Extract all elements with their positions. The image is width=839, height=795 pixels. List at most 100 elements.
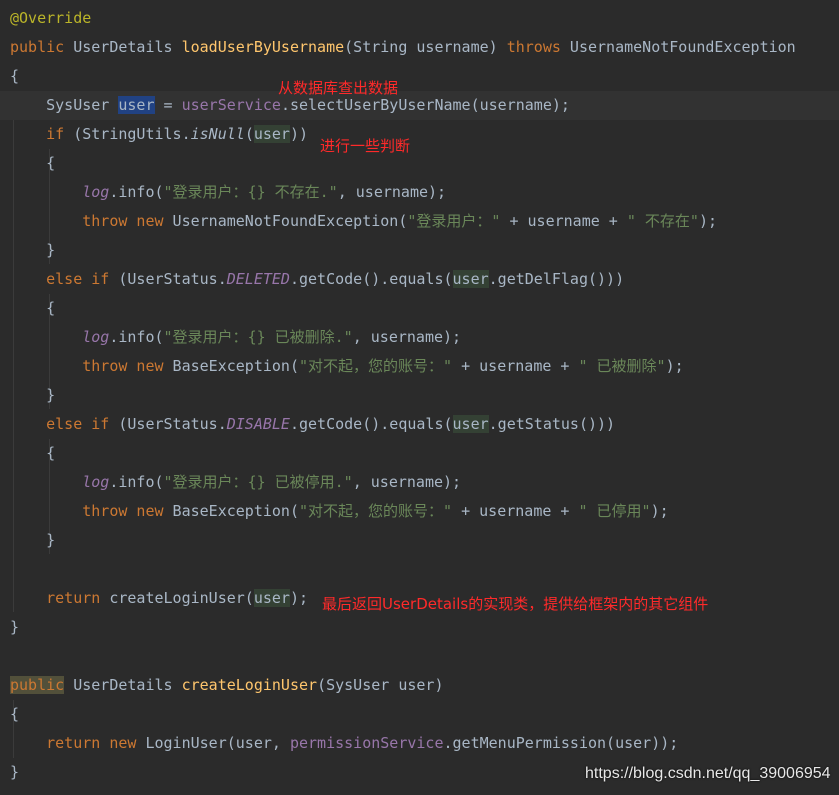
code-token: loadUserByUsername — [181, 37, 345, 56]
code-token: isNull — [190, 124, 245, 143]
code-line[interactable]: { — [0, 294, 839, 323]
code-line[interactable]: { — [0, 439, 839, 468]
code-token: user — [452, 414, 489, 433]
annotation-check-note: 进行一些判断 — [320, 137, 411, 155]
code-token: "登录用户：{} 不存在." — [163, 182, 338, 201]
code-token: ( — [244, 124, 254, 143]
code-token: } — [10, 530, 56, 549]
code-line[interactable]: } — [0, 381, 839, 410]
code-line[interactable]: throw new BaseException("对不起，您的账号：" + us… — [0, 352, 839, 381]
code-token: throw new — [82, 211, 164, 230]
code-line[interactable]: log.info("登录用户：{} 不存在.", username); — [0, 178, 839, 207]
code-line[interactable]: else if (UserStatus.DISABLE.getCode().eq… — [0, 410, 839, 439]
code-token: .info( — [109, 327, 164, 346]
code-token: log — [82, 327, 110, 346]
code-token: UserDetails — [64, 37, 182, 56]
annotation-query-note: 从数据库查出数据 — [278, 79, 399, 97]
code-line[interactable] — [0, 555, 839, 584]
code-line[interactable]: { — [0, 62, 839, 91]
code-token: UserDetails — [64, 675, 182, 694]
code-token: return — [46, 588, 101, 607]
code-line[interactable]: @Override — [0, 4, 839, 33]
code-token: log — [82, 472, 110, 491]
code-token: LoginUser(user, — [136, 733, 290, 752]
code-line[interactable]: } — [0, 526, 839, 555]
code-token: BaseException( — [163, 501, 299, 520]
code-token: UsernameNotFoundException — [560, 37, 796, 56]
code-token: = — [154, 95, 182, 114]
watermark: https://blog.csdn.net/qq_39006954 — [585, 765, 831, 782]
code-token: ); — [650, 501, 669, 520]
code-line[interactable]: SysUser user = userService.selectUserByU… — [0, 90, 839, 120]
code-token: )) — [289, 124, 309, 143]
code-line[interactable]: { — [0, 700, 839, 729]
code-line[interactable] — [0, 642, 839, 671]
code-token: "登录用户：" — [407, 211, 501, 230]
code-token: user — [253, 588, 290, 607]
code-token: + username + — [500, 211, 627, 230]
code-token: ); — [698, 211, 718, 230]
code-token: { — [10, 153, 56, 172]
code-token: public — [10, 37, 65, 56]
code-token: .getMenuPermission(user)); — [443, 733, 679, 752]
code-line[interactable]: else if (UserStatus.DELETED.getCode().eq… — [0, 265, 839, 294]
code-token: permissionService — [289, 733, 444, 752]
code-token: .info( — [109, 182, 164, 201]
code-token: user — [452, 269, 489, 288]
code-token: ); — [665, 356, 684, 375]
code-token: UsernameNotFoundException( — [163, 211, 408, 230]
code-token: userService — [181, 95, 281, 114]
code-line[interactable]: log.info("登录用户：{} 已被停用.", username); — [0, 468, 839, 497]
code-token: DISABLE — [226, 414, 290, 433]
code-token: (SysUser user) — [317, 675, 444, 694]
code-line[interactable]: if (StringUtils.isNull(user)) — [0, 120, 839, 149]
code-token: (UserStatus. — [109, 269, 227, 288]
code-token: public — [10, 675, 65, 694]
code-token: (String username) — [344, 37, 507, 56]
code-token: .getDelFlag())) — [488, 269, 625, 288]
code-token: + username + — [452, 501, 579, 520]
code-token: " 已被删除" — [578, 356, 666, 375]
code-token: createLoginUser — [181, 675, 318, 694]
code-token: , username); — [337, 182, 447, 201]
code-line[interactable]: public UserDetails loadUserByUsername(St… — [0, 33, 839, 62]
code-token: , username); — [352, 472, 462, 491]
code-token: createLoginUser( — [100, 588, 254, 607]
code-token: "登录用户：{} 已被停用." — [163, 472, 353, 491]
code-token: throw new — [82, 356, 164, 375]
code-line[interactable]: } — [0, 613, 839, 642]
code-line[interactable]: return new LoginUser(user, permissionSer… — [0, 729, 839, 758]
code-line[interactable]: { — [0, 149, 839, 178]
code-line[interactable]: throw new UsernameNotFoundException("登录用… — [0, 207, 839, 236]
code-token: "登录用户：{} 已被删除." — [163, 327, 353, 346]
code-token: throws — [506, 37, 561, 56]
code-token: { — [10, 704, 20, 723]
code-token: throw new — [82, 501, 164, 520]
code-line[interactable]: log.info("登录用户：{} 已被删除.", username); — [0, 323, 839, 352]
code-token: + username + — [452, 356, 579, 375]
code-line[interactable]: } — [0, 236, 839, 265]
code-line[interactable]: throw new BaseException("对不起，您的账号：" + us… — [0, 497, 839, 526]
code-token: if — [46, 124, 65, 143]
code-token: " 已停用" — [578, 501, 651, 520]
code-token: "对不起，您的账号：" — [299, 501, 453, 520]
code-token: user — [118, 95, 155, 114]
code-token: SysUser — [10, 95, 119, 114]
code-token: else if — [46, 414, 110, 433]
code-token: "对不起，您的账号：" — [299, 356, 453, 375]
code-token: " 不存在" — [626, 211, 699, 230]
code-token: @Override — [10, 8, 92, 27]
code-token: .getCode().equals( — [289, 269, 453, 288]
code-token: (UserStatus. — [109, 414, 227, 433]
code-line[interactable]: public UserDetails createLoginUser(SysUs… — [0, 671, 839, 700]
code-token: , username); — [352, 327, 462, 346]
code-token: DELETED — [226, 269, 290, 288]
